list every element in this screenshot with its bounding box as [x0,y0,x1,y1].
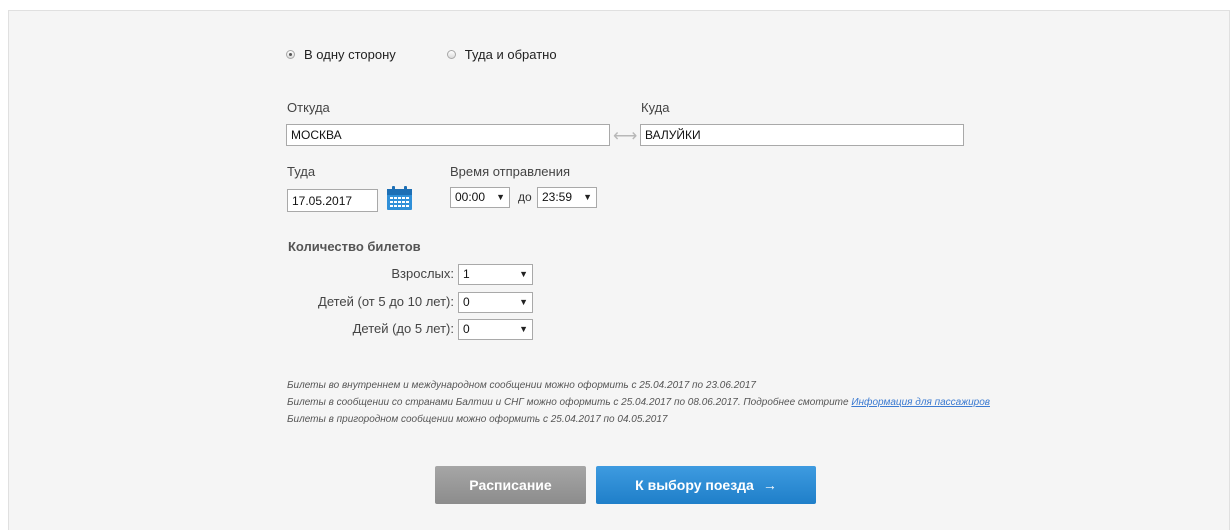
adults-label: Взрослых: [391,266,454,281]
radio-one-way[interactable]: В одну сторону [286,47,396,62]
choose-train-button[interactable]: К выбору поезда → [596,466,816,504]
children-5-10-value: 0 [463,295,470,309]
search-form-panel [8,10,1230,530]
radio-round-trip[interactable]: Туда и обратно [446,47,557,62]
children-5-10-label: Детей (от 5 до 10 лет): [318,294,454,309]
from-label: Откуда [287,100,330,115]
time-from-select[interactable]: 00:00 ▼ [450,187,510,208]
trip-type-group: В одну сторону Туда и обратно [286,47,557,62]
note-line-3: Билеты в пригородном сообщении можно офо… [287,414,668,425]
from-input[interactable] [286,124,610,146]
radio-one-way-label[interactable]: В одну сторону [304,47,396,62]
choose-train-button-label: К выбору поезда [635,477,754,493]
passenger-info-link[interactable]: Информация для пассажиров [851,397,990,408]
children-5-10-select[interactable]: 0 ▼ [458,292,533,313]
children-under-5-value: 0 [463,322,470,336]
children-under-5-label: Детей (до 5 лет): [352,321,454,336]
calendar-icon[interactable] [386,185,413,211]
note-line-2-text: Билеты в сообщении со странами Балтии и … [287,397,852,408]
arrow-right-icon: → [762,477,777,493]
radio-round-trip-label[interactable]: Туда и обратно [465,47,557,62]
chevron-down-icon: ▼ [519,297,528,307]
adults-value: 1 [463,267,470,281]
time-from-value: 00:00 [455,190,486,204]
departure-time-label: Время отправления [450,164,571,179]
radio-round-trip-dot[interactable] [446,50,456,59]
note-line-2: Билеты в сообщении со странами Балтии и … [287,397,990,408]
chevron-down-icon: ▼ [519,269,528,279]
chevron-down-icon: ▼ [519,324,528,334]
tickets-title: Количество билетов [288,239,421,254]
date-input[interactable] [287,189,378,212]
radio-one-way-dot[interactable] [286,50,295,59]
time-to-value: 23:59 [542,190,573,204]
date-label: Туда [287,164,316,179]
adults-select[interactable]: 1 ▼ [458,264,533,285]
note-line-1: Билеты во внутреннем и международном соо… [287,380,756,391]
time-to-prefix: до [518,190,532,204]
schedule-button[interactable]: Расписание [435,466,586,504]
time-to-select[interactable]: 23:59 ▼ [537,187,597,208]
swap-arrows-icon[interactable]: ⟷ [613,126,637,146]
chevron-down-icon: ▼ [583,192,592,202]
schedule-button-label: Расписание [469,477,552,493]
to-label: Куда [641,100,670,115]
to-input[interactable] [640,124,964,146]
children-under-5-select[interactable]: 0 ▼ [458,319,533,340]
chevron-down-icon: ▼ [496,192,505,202]
